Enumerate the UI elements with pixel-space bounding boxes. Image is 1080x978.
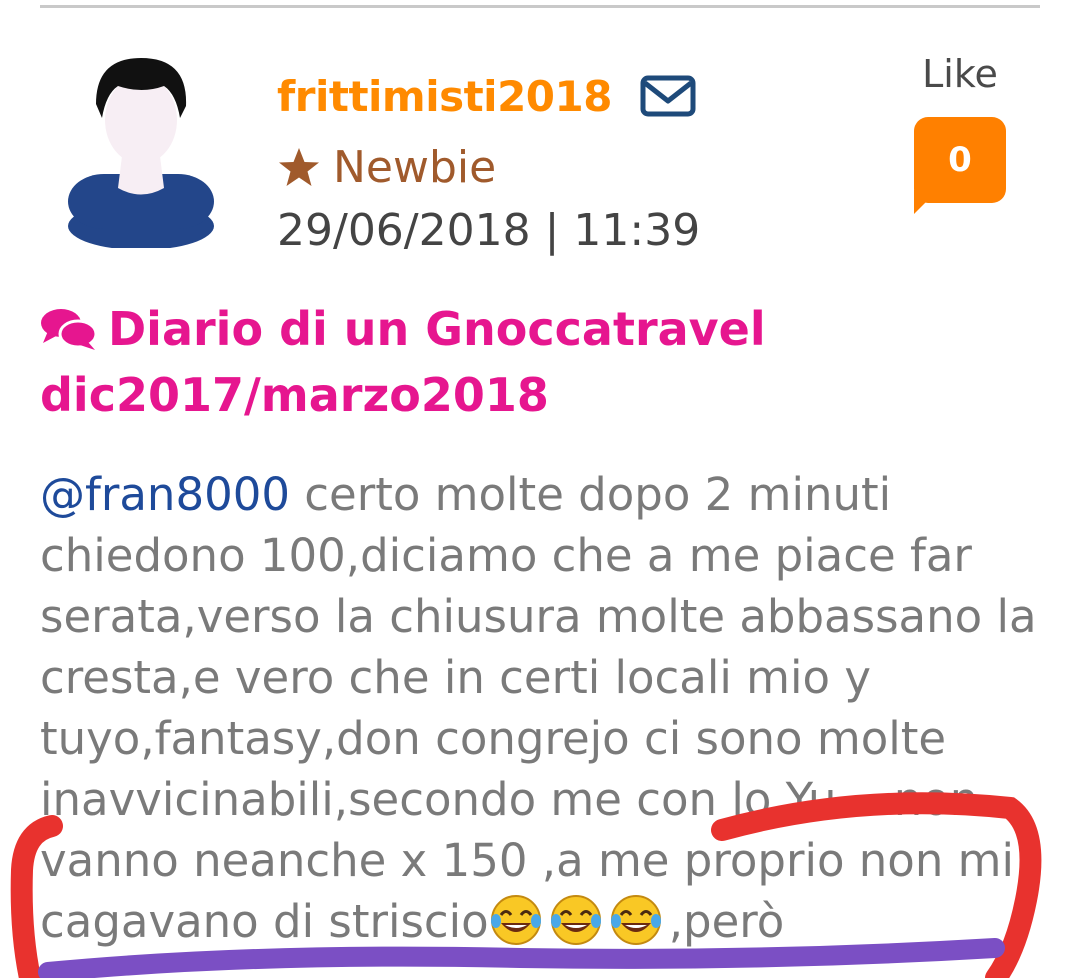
user-mention-link[interactable]: @fran8000	[40, 468, 290, 521]
rank-label: Newbie	[333, 142, 497, 193]
user-avatar-icon[interactable]	[66, 56, 216, 248]
author-rank: Newbie	[277, 142, 496, 193]
post-body-text: certo molte dopo 2 minuti chiedono 100,d…	[40, 468, 1037, 948]
comments-icon	[41, 309, 98, 350]
like-badge-tail	[914, 190, 938, 214]
author-username[interactable]: frittimisti2018	[277, 72, 612, 121]
like-label: Like	[922, 52, 998, 96]
envelope-icon[interactable]	[640, 75, 696, 117]
top-divider	[40, 5, 1040, 8]
post-timestamp: 29/06/2018 | 11:39	[277, 205, 701, 256]
tears-of-joy-emoji-icon	[490, 895, 541, 945]
post-body-tail: ,però	[668, 895, 785, 948]
thread-title-text: Diario di un Gnoccatravel dic2017/marzo2…	[40, 302, 766, 422]
post-body: @fran8000 certo molte dopo 2 minuti chie…	[40, 464, 1050, 952]
tears-of-joy-emoji-icon	[610, 895, 661, 945]
star-icon	[279, 147, 319, 186]
tears-of-joy-emoji-icon	[550, 895, 601, 945]
thread-title-link[interactable]: Diario di un Gnoccatravel dic2017/marzo2…	[40, 296, 1040, 428]
author-row: frittimisti2018	[277, 68, 696, 124]
